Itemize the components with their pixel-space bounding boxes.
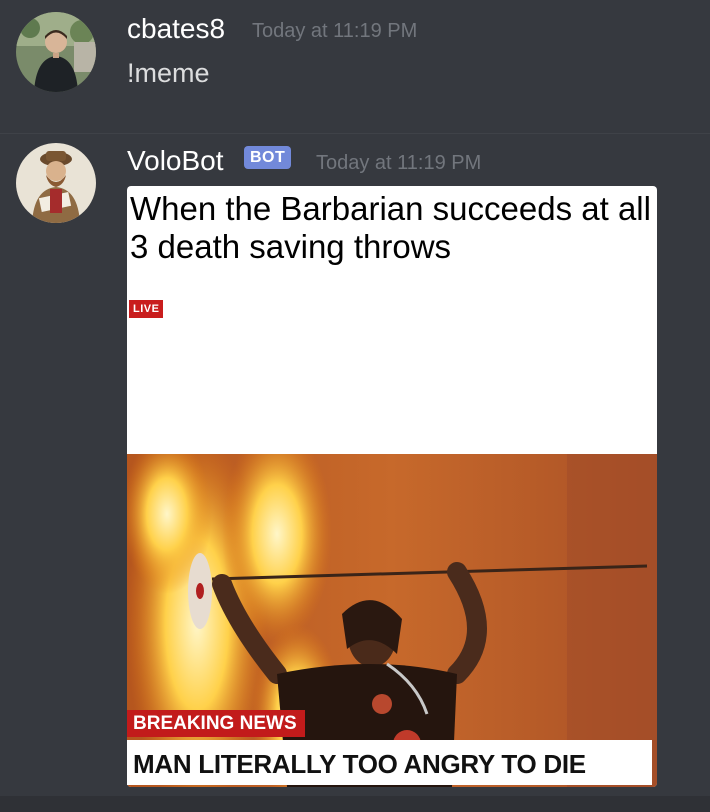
avatar-volobot[interactable] [16, 143, 96, 223]
message-content: !meme [127, 58, 210, 88]
timestamp: Today at 11:19 PM [316, 152, 482, 174]
breaking-news-label: BREAKING NEWS [127, 710, 305, 737]
message-cbates8: cbates8 Today at 11:19 PM !meme [0, 0, 710, 130]
message-list-bottom [0, 796, 710, 812]
meme-image[interactable]: When the Barbarian succeeds at all 3 dea… [127, 186, 657, 787]
meme-caption: When the Barbarian succeeds at all 3 dea… [130, 190, 651, 265]
avatar-cbates8[interactable] [16, 12, 96, 92]
bot-avatar-icon [16, 143, 96, 223]
timestamp: Today at 11:19 PM [252, 20, 418, 42]
live-label: LIVE [129, 300, 164, 318]
username-cbates8[interactable]: cbates8 [127, 13, 225, 45]
headline-bar: MAN LITERALLY TOO ANGRY TO DIE [127, 740, 652, 785]
bot-badge: BOT [244, 146, 292, 169]
user-avatar-icon [16, 12, 96, 92]
meme-photo [127, 454, 657, 787]
username-volobot[interactable]: VoloBot [127, 145, 224, 177]
